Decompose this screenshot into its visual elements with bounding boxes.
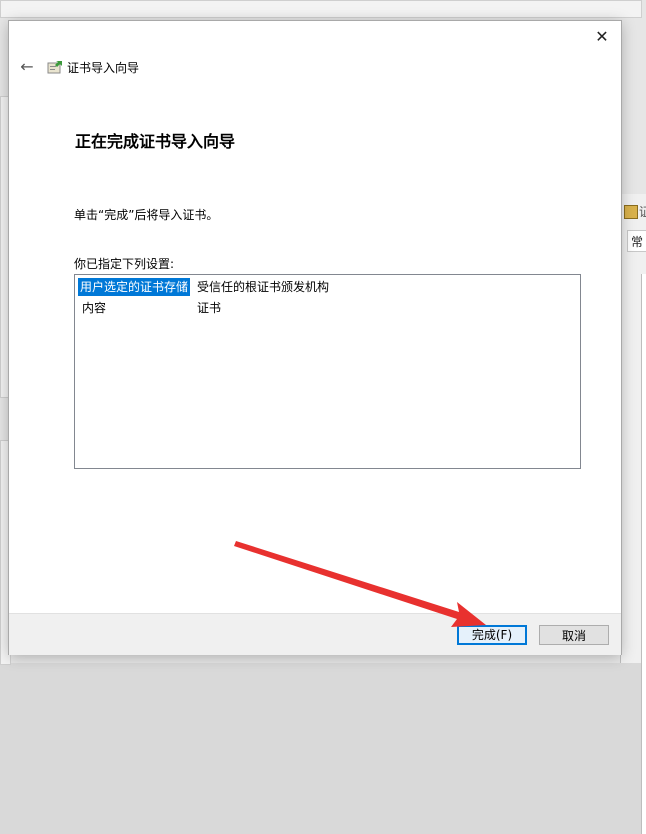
finish-button[interactable]: 完成(F) xyxy=(457,625,527,645)
setting-key: 用户选定的证书存储 xyxy=(78,278,191,296)
background-window-titlebar xyxy=(0,0,642,18)
background-window-title: 证 xyxy=(639,205,646,219)
dialog-footer: 完成(F) 取消 xyxy=(9,613,621,655)
certificate-icon xyxy=(624,205,638,219)
tab-general[interactable]: 常 xyxy=(627,230,646,252)
certificate-import-wizard-dialog: ✕ ← 证书导入向导 正在完成证书导入向导 单击“完成”后将导入证书。 你已指定… xyxy=(9,21,621,655)
setting-value: 证书 xyxy=(197,301,222,315)
wizard-title: 证书导入向导 xyxy=(67,61,140,75)
setting-key: 内容 xyxy=(82,301,107,315)
cancel-button[interactable]: 取消 xyxy=(539,625,609,645)
close-icon[interactable]: ✕ xyxy=(591,27,613,47)
setting-value: 受信任的根证书颁发机构 xyxy=(197,280,330,294)
background-tab-panel xyxy=(641,274,646,834)
instruction-text: 单击“完成”后将导入证书。 xyxy=(74,208,219,222)
arrow-left-icon[interactable]: ← xyxy=(17,57,37,77)
settings-label: 你已指定下列设置: xyxy=(74,257,175,271)
page-heading: 正在完成证书导入向导 xyxy=(75,132,236,151)
background-properties-window: 证 常 xyxy=(620,194,646,834)
certificate-wizard-icon xyxy=(47,61,62,74)
settings-list[interactable]: 用户选定的证书存储 受信任的根证书颁发机构 内容 证书 xyxy=(74,274,581,469)
